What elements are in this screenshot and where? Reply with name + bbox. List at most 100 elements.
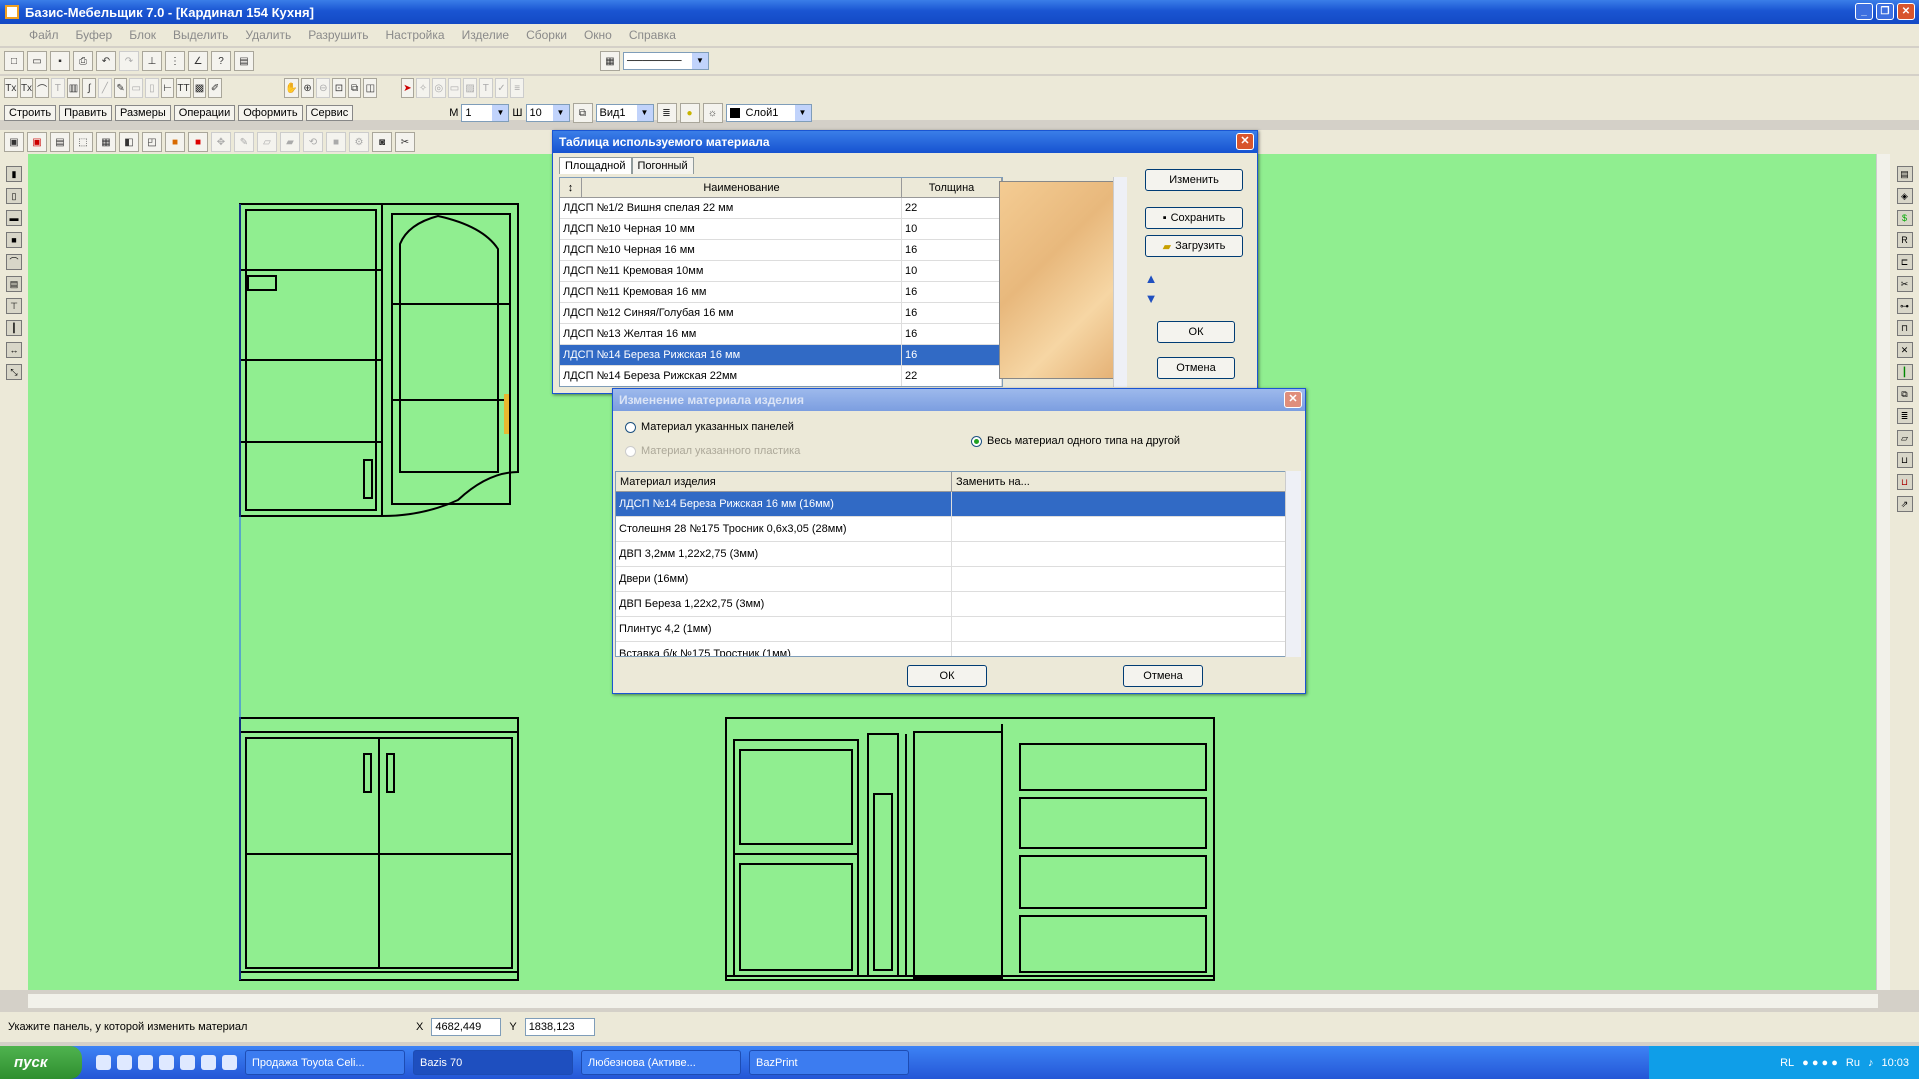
zoom-window-icon[interactable]: ⊡ [332, 78, 346, 98]
lang-indicator[interactable]: RL [1780, 1057, 1794, 1069]
properties-icon[interactable]: ▤ [234, 51, 254, 71]
tab-edit[interactable]: Править [59, 105, 113, 121]
change-ok-button[interactable]: ОК [907, 665, 987, 687]
box-side-icon[interactable]: ◧ [119, 132, 139, 152]
table-row[interactable]: ЛДСП №1/2 Вишня спелая 22 мм 22 [560, 198, 1002, 219]
curve-icon[interactable]: ⌒ [35, 78, 50, 98]
tab-area[interactable]: Площадной [559, 157, 632, 174]
cut-icon[interactable]: ✂ [1896, 276, 1913, 292]
radio-panels[interactable]: Материал указанных панелей [625, 421, 794, 433]
col-replace-with[interactable]: Заменить на... [952, 472, 1286, 491]
load-button[interactable]: ▰ Загрузить [1145, 235, 1243, 257]
material-table-titlebar[interactable]: Таблица используемого материала ✕ [553, 131, 1257, 153]
axes-icon[interactable]: ⊥ [142, 51, 162, 71]
horizontal-scrollbar[interactable] [28, 994, 1878, 1008]
panel-front-icon[interactable]: ▮ [6, 166, 22, 182]
replace-row[interactable]: Вставка б/к №175 Тростник (1мм) [616, 642, 1300, 656]
task-lyubeznova[interactable]: Любезнова (Активе... [581, 1050, 741, 1075]
zoom-in-icon[interactable]: ⊕ [300, 78, 315, 98]
browser-icon[interactable] [117, 1055, 132, 1070]
tray-icons[interactable]: ● ● ● ● [1802, 1057, 1838, 1069]
replace-row-target[interactable] [952, 567, 1286, 591]
tab-service[interactable]: Сервис [305, 105, 354, 121]
replace-row[interactable]: ДВП 3,2мм 1,22х2,75 (3мм) [616, 542, 1300, 567]
table-row[interactable]: ЛДСП №10 Черная 16 мм 16 [560, 240, 1002, 261]
col-thickness[interactable]: Толщина [902, 178, 1002, 197]
text-box-icon[interactable]: Tx [19, 78, 34, 98]
app-quick-icon[interactable] [159, 1055, 174, 1070]
table-row[interactable]: ЛДСП №14 Береза Рижская 22мм 22 [560, 366, 1002, 386]
tool-b-icon[interactable]: ◎ [431, 78, 446, 98]
explorer-quick-icon[interactable] [201, 1055, 216, 1070]
change-cancel-button[interactable]: Отмена [1123, 665, 1203, 687]
task-toyota[interactable]: Продажа Toyota Celi... [245, 1050, 405, 1075]
preview-scrollbar[interactable] [1113, 177, 1127, 387]
tab-build[interactable]: Строить [4, 105, 57, 121]
folder-quick-icon[interactable] [180, 1055, 195, 1070]
material-icon[interactable]: ◈ [1896, 188, 1913, 204]
solid-icon[interactable]: ■ [326, 132, 346, 152]
panel-b-icon[interactable]: ▰ [280, 132, 300, 152]
menu-assemblies[interactable]: Сборки [519, 28, 574, 42]
cabinet-red-icon[interactable]: ▣ [27, 132, 47, 152]
replace-row-target[interactable] [952, 617, 1286, 641]
menu-buffer[interactable]: Буфер [69, 28, 120, 42]
table-row[interactable]: ЛДСП №12 Синяя/Голубая 16 мм 16 [560, 303, 1002, 324]
move-icon[interactable]: ✥ [211, 132, 231, 152]
move-up-icon[interactable]: ▲ [1142, 271, 1160, 287]
material-table-close-icon[interactable]: ✕ [1236, 133, 1254, 150]
tool-f-icon[interactable]: ✓ [494, 78, 509, 98]
cut-list-icon[interactable]: ⊔ [1896, 474, 1913, 490]
material-grid[interactable]: ↕ Наименование Толщина ЛДСП №1/2 Вишня с… [559, 177, 1003, 387]
zoom-all-icon[interactable]: ⧉ [347, 78, 362, 98]
tab-operations[interactable]: Операции [173, 105, 236, 121]
stack-icon[interactable]: ≣ [1896, 408, 1913, 424]
line-icon[interactable]: ╱ [98, 78, 112, 98]
tab-dimensions[interactable]: Размеры [115, 105, 171, 121]
desktop-icon[interactable] [96, 1055, 111, 1070]
rotate-icon[interactable]: ⟲ [303, 132, 323, 152]
gear-icon[interactable]: ⚙ [349, 132, 369, 152]
box-3d-icon[interactable]: ◰ [142, 132, 162, 152]
replace-row-target[interactable] [952, 517, 1286, 541]
text-icon[interactable]: Tx [4, 78, 18, 98]
palette-icon[interactable]: ▦ [600, 51, 620, 71]
edge-icon[interactable]: ⊏ [1896, 254, 1913, 270]
menu-settings[interactable]: Настройка [378, 28, 451, 42]
fitting-icon[interactable]: ⊤ [6, 298, 22, 314]
menu-help[interactable]: Справка [622, 28, 683, 42]
save-icon[interactable]: ▪ [50, 51, 70, 71]
sort-icon[interactable]: ↕ [560, 178, 582, 197]
bulb-icon[interactable]: ● [679, 103, 700, 123]
export-icon[interactable]: ⇗ [1896, 496, 1913, 512]
ok-button[interactable]: ОК [1157, 321, 1235, 343]
layer-down-icon[interactable]: ▱ [1896, 430, 1913, 446]
menu-select[interactable]: Выделить [166, 28, 235, 42]
tray-icon[interactable]: ⊔ [1896, 452, 1913, 468]
cancel-button[interactable]: Отмена [1157, 357, 1235, 379]
tab-linear[interactable]: Погонный [631, 157, 694, 174]
arc-icon[interactable]: ∫ [82, 78, 97, 98]
table-row[interactable]: ЛДСП №10 Черная 10 мм 10 [560, 219, 1002, 240]
close-button[interactable]: ✕ [1897, 3, 1915, 20]
material-orange-icon[interactable]: ■ [165, 132, 185, 152]
edit-icon[interactable]: ✐ [208, 78, 222, 98]
menu-block[interactable]: Блок [122, 28, 163, 42]
panel-vertical-icon[interactable]: ▯ [6, 188, 22, 204]
dollar-icon[interactable]: $ [1896, 210, 1913, 226]
menu-explode[interactable]: Разрушить [301, 28, 375, 42]
drawer-icon[interactable]: ▤ [6, 276, 22, 292]
view-icon[interactable]: ⧉ [572, 103, 593, 123]
restore-button[interactable]: ❐ [1876, 3, 1894, 20]
panel-back-icon[interactable]: ■ [6, 232, 22, 248]
scissors-icon[interactable]: ✂ [395, 132, 415, 152]
grid-icon[interactable]: ⋮ [165, 51, 185, 71]
print-icon[interactable]: ⎙ [73, 51, 93, 71]
radio-all-material[interactable]: Весь материал одного типа на другой [971, 435, 1180, 447]
view-combo[interactable]: Вид1 ▼ [595, 104, 654, 122]
change-material-titlebar[interactable]: Изменение материала изделия ✕ [613, 389, 1305, 411]
layer-combo[interactable]: Слой1 ▼ [725, 104, 812, 122]
report-icon[interactable]: ▤ [1896, 166, 1913, 182]
redo-icon[interactable]: ↷ [119, 51, 139, 71]
cabinet-open-icon[interactable]: ▤ [50, 132, 70, 152]
